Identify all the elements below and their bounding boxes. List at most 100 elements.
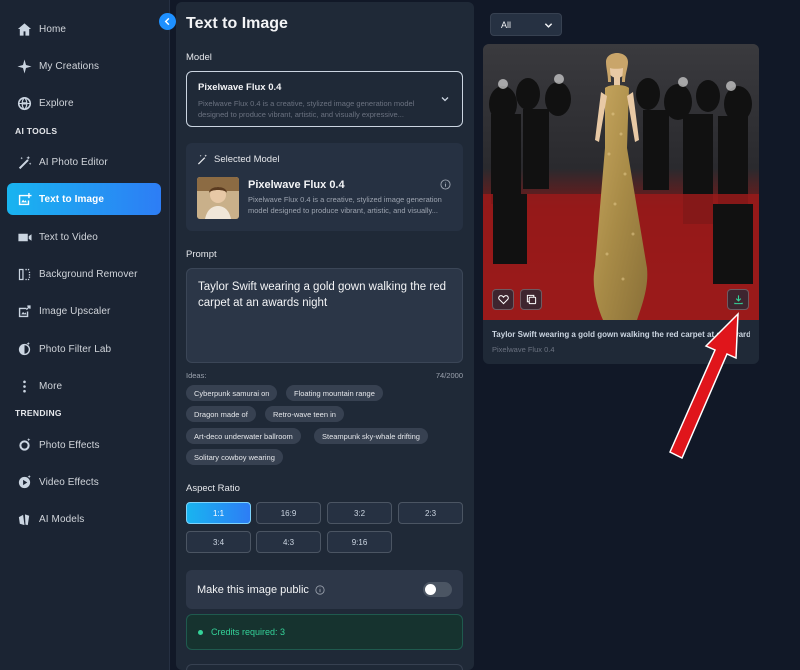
generated-image[interactable] [483,44,759,320]
page-title: Text to Image [186,15,288,32]
sidebar-item-ai-photo-editor[interactable]: AI Photo Editor [7,146,161,178]
info-icon[interactable] [315,584,325,595]
sidebar-item-label: Text to Image [39,193,105,205]
idea-chip[interactable]: Art-deco underwater ballroom [186,428,301,444]
model-label: Model [186,52,212,63]
sidebar-item-label: More [39,380,63,392]
sidebar-item-explore[interactable]: Explore [7,87,161,119]
sidebar-item-label: Home [39,23,67,35]
character-count: 74/2000 [435,371,463,380]
aspect-ratio-9-16[interactable]: 9:16 [327,531,392,553]
sidebar-item-label: Text to Video [39,231,98,243]
chevron-down-icon [441,97,449,102]
sidebar-item-label: My Creations [39,60,100,72]
sidebar-item-photo-effects[interactable]: Photo Effects [7,429,161,461]
selected-model-header: Selected Model [197,154,279,165]
sidebar: Home My Creations Explore AI TOOLS AI Ph… [0,0,170,670]
aspect-ratio-label: Aspect Ratio [186,483,240,494]
magic-wand-icon [197,154,207,165]
gallery-filter-select[interactable]: All [490,13,562,36]
image-plus-icon [16,191,32,207]
collapse-sidebar-button[interactable] [159,13,176,30]
ideas-row: Ideas: 74/2000 [186,371,463,380]
photo-effects-icon [16,437,32,453]
sidebar-item-label: Video Effects [39,476,99,488]
idea-chip[interactable]: Retro-wave teen in [265,406,344,422]
selected-model-name: Pixelwave Flux 0.4 [248,179,345,191]
globe-icon [16,95,32,111]
gallery-item-model: Pixelwave Flux 0.4 [492,345,555,354]
model-select-description: Pixelwave Flux 0.4 is a creative, styliz… [198,99,415,119]
public-toggle[interactable] [423,582,452,597]
sidebar-item-background-remover[interactable]: Background Remover [7,258,161,290]
idea-chip[interactable]: Floating mountain range [286,385,383,401]
download-icon [733,295,743,305]
section-label-trending: TRENDING [15,408,62,418]
sidebar-item-label: Explore [39,97,74,109]
selected-model-description: Pixelwave Flux 0.4 is a creative, styliz… [248,195,442,215]
sidebar-item-text-to-video[interactable]: Text to Video [7,221,161,253]
aspect-ratio-3-4[interactable]: 3:4 [186,531,251,553]
aspect-ratio-2-3[interactable]: 2:3 [398,502,463,524]
sparkle-icon [16,58,32,74]
sidebar-item-video-effects[interactable]: Video Effects [7,466,161,498]
prompt-label: Prompt [186,249,217,260]
prompt-input[interactable]: Taylor Swift wearing a gold gown walking… [186,268,463,363]
idea-chip[interactable]: Steampunk sky-whale drifting [314,428,428,444]
upscale-icon [16,303,32,319]
sidebar-item-photo-filter-lab[interactable]: Photo Filter Lab [7,333,161,365]
sidebar-item-text-to-image[interactable]: Text to Image [7,183,161,215]
download-button[interactable] [727,289,749,310]
gallery-filter-value: All [501,19,512,30]
copy-button[interactable] [520,289,542,310]
home-icon [16,21,32,37]
copy-icon [526,294,536,305]
background-remove-icon [16,266,32,282]
aspect-ratio-3-2[interactable]: 3:2 [327,502,392,524]
generate-button-edge[interactable] [186,664,463,670]
aspect-ratio-16-9[interactable]: 16:9 [256,502,321,524]
sidebar-item-home[interactable]: Home [7,13,161,45]
model-select[interactable]: Pixelwave Flux 0.4 Pixelwave Flux 0.4 is… [186,71,463,127]
sidebar-item-image-upscaler[interactable]: Image Upscaler [7,295,161,327]
sidebar-item-label: Background Remover [39,268,138,280]
video-icon [16,229,32,245]
filter-icon [16,341,32,357]
video-effects-icon [16,474,32,490]
model-thumbnail [197,177,239,219]
magic-wand-icon [16,154,32,170]
sidebar-item-label: Photo Filter Lab [39,343,112,355]
credits-text: Credits required: 3 [211,627,286,637]
selected-model-header-text: Selected Model [214,154,280,165]
info-icon[interactable] [440,179,451,190]
selected-model-card: Selected Model Pixelwave Flux 0.4 Pixelw… [186,143,463,231]
models-icon [16,511,32,527]
gallery-item[interactable]: Taylor Swift wearing a gold gown walking… [483,44,759,364]
sidebar-item-my-creations[interactable]: My Creations [7,50,161,82]
generation-panel: Text to Image Model Pixelwave Flux 0.4 P… [176,2,474,670]
more-vertical-icon [16,378,32,394]
public-label: Make this image public [197,583,309,596]
sidebar-item-label: Photo Effects [39,439,100,451]
idea-chip[interactable]: Cyberpunk samurai on [186,385,278,401]
sidebar-item-label: AI Photo Editor [39,156,108,168]
sidebar-item-ai-models[interactable]: AI Models [7,503,161,535]
gallery-item-caption: Taylor Swift wearing a gold gown walking… [492,330,750,339]
idea-chip[interactable]: Solitary cowboy wearing [186,449,283,465]
aspect-ratio-1-1[interactable]: 1:1 [186,502,251,524]
chevron-left-icon [164,17,170,26]
ideas-label: Ideas: [186,371,207,380]
favorite-button[interactable] [492,289,514,310]
public-visibility-card: Make this image public [186,570,463,609]
sidebar-item-more[interactable]: More [7,370,161,402]
model-select-name: Pixelwave Flux 0.4 [198,82,282,93]
heart-icon [497,295,509,305]
idea-chip[interactable]: Dragon made of [186,406,256,422]
sidebar-item-label: Image Upscaler [39,305,111,317]
status-dot [198,629,203,635]
credits-notice: Credits required: 3 [186,614,463,650]
section-label-ai-tools: AI TOOLS [15,126,58,136]
aspect-ratio-4-3[interactable]: 4:3 [256,531,321,553]
toggle-knob [425,584,436,595]
sidebar-item-label: AI Models [39,513,85,525]
